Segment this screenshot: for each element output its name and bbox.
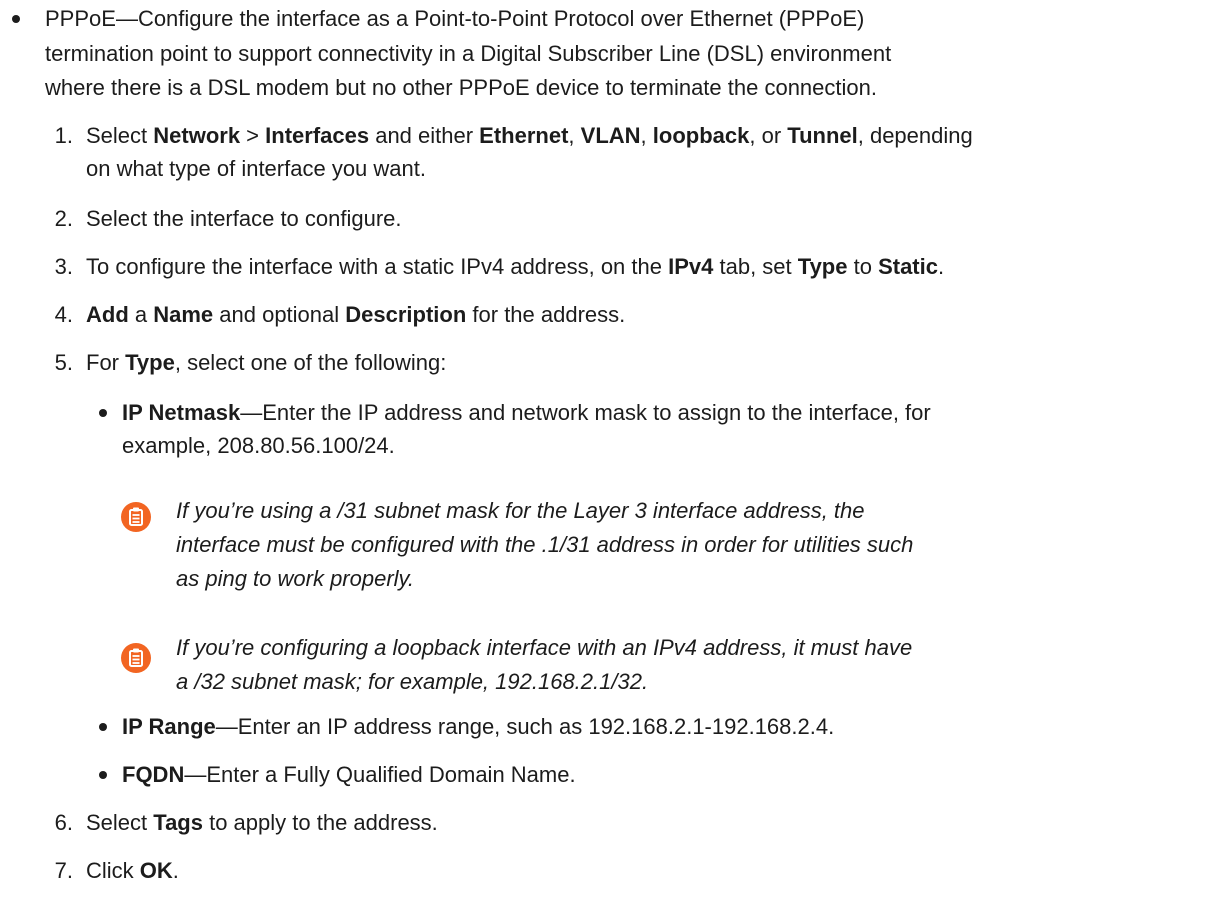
step-text-line-2: on what type of interface you want.: [86, 156, 426, 181]
bullet-dot: [99, 409, 107, 417]
step-text: To configure the interface with a static…: [86, 254, 945, 279]
step-text: Select the interface to configure.: [86, 206, 402, 231]
step-text: For Type, select one of the following:: [86, 350, 447, 375]
type-text: FQDN—Enter a Fully Qualified Domain Name…: [122, 762, 576, 787]
step-text: Add a Name and optional Description for …: [86, 302, 626, 327]
step-text: Click OK.: [86, 858, 179, 883]
step-number: 4.: [54, 302, 73, 327]
intro-line-1: PPPoE—Configure the interface as a Point…: [45, 6, 865, 31]
note-line-1: If you’re using a /31 subnet mask for th…: [176, 498, 865, 523]
step-number: 5.: [54, 350, 73, 375]
note-line-1: If you’re configuring a loopback interfa…: [176, 635, 913, 660]
step-number: 2.: [54, 206, 73, 231]
note-line-2: interface must be configured with the .1…: [176, 532, 914, 557]
intro-line-3: where there is a DSL modem but no other …: [45, 75, 877, 100]
note-line-2: a /32 subnet mask; for example, 192.168.…: [176, 669, 649, 694]
type-text-line-2: example, 208.80.56.100/24.: [122, 433, 395, 458]
step-number: 1.: [54, 123, 73, 148]
intro-label: PPPoE: [45, 6, 116, 31]
type-text: IP Range—Enter an IP address range, such…: [122, 714, 835, 739]
type-text: IP Netmask—Enter the IP address and netw…: [122, 400, 931, 425]
step-number: 3.: [54, 254, 73, 279]
step-text: Select Tags to apply to the address.: [86, 810, 438, 835]
step-number: 7.: [54, 858, 73, 883]
bullet-dot: [99, 723, 107, 731]
bullet-dot: [12, 15, 20, 23]
clipboard-note-icon: [121, 643, 151, 673]
step-number: 6.: [54, 810, 73, 835]
bullet-dot: [99, 771, 107, 779]
clipboard-note-icon: [121, 502, 151, 532]
note-line-3: as ping to work properly.: [176, 566, 415, 591]
step-text: Select Network > Interfaces and either E…: [86, 123, 973, 148]
intro-line-2: termination point to support connectivit…: [45, 41, 892, 66]
